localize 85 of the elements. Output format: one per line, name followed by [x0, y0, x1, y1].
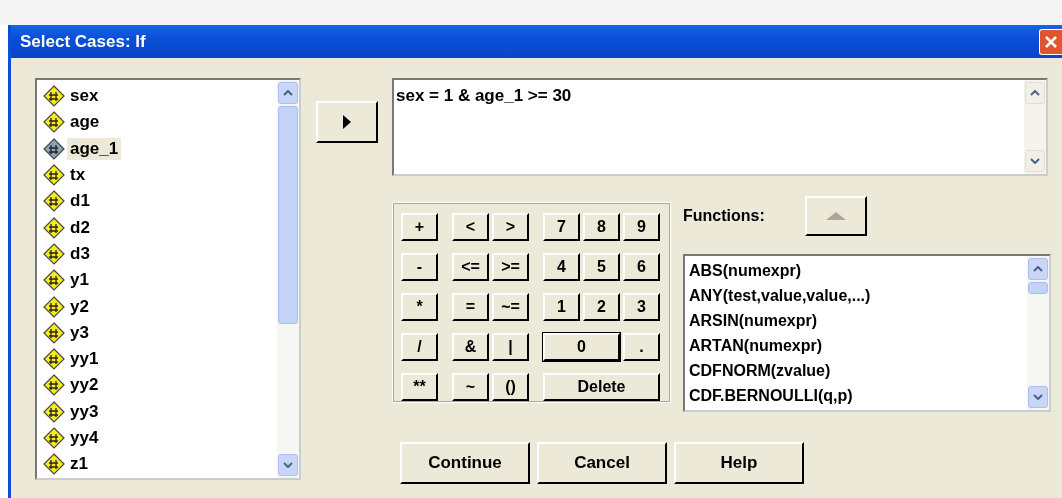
- scrollbar[interactable]: [1027, 256, 1049, 410]
- variable-item[interactable]: yy1: [43, 345, 277, 373]
- variable-icon: [43, 269, 65, 292]
- triangle-right-icon: [342, 114, 352, 130]
- variable-item[interactable]: age: [43, 109, 277, 136]
- function-item[interactable]: ABS(numexpr): [689, 258, 1027, 283]
- triangle-up-icon: [824, 211, 847, 221]
- keypad-key[interactable]: +: [401, 213, 438, 241]
- keypad-key[interactable]: **: [401, 373, 438, 401]
- keypad-key[interactable]: ~: [452, 373, 489, 401]
- keypad-key[interactable]: <=: [452, 253, 489, 281]
- keypad-key[interactable]: ~=: [492, 293, 529, 321]
- function-item[interactable]: CDF.BERNOULLI(q,p): [689, 383, 1027, 408]
- scroll-down-icon: [283, 462, 293, 468]
- scroll-up-icon: [1033, 266, 1043, 272]
- variable-item[interactable]: d1: [43, 188, 277, 215]
- keypad-key[interactable]: 8: [583, 213, 620, 241]
- scrollbar[interactable]: [277, 80, 299, 478]
- keypad-key[interactable]: 7: [543, 213, 580, 241]
- functions-label: Functions:: [683, 207, 765, 225]
- keypad-key[interactable]: 4: [543, 253, 580, 281]
- variable-item[interactable]: sex: [43, 83, 277, 110]
- variable-icon: [43, 216, 65, 239]
- variable-icon: [43, 111, 65, 134]
- variable-item[interactable]: y2: [43, 293, 277, 320]
- dialog-button[interactable]: Help: [674, 442, 804, 484]
- keypad-key[interactable]: <: [452, 213, 489, 241]
- keypad-key[interactable]: /: [401, 333, 438, 361]
- keypad-key[interactable]: 5: [583, 253, 620, 281]
- scroll-up-icon: [1030, 90, 1040, 96]
- keypad-key[interactable]: 3: [623, 293, 660, 321]
- close-icon: [1044, 34, 1058, 49]
- variable-item[interactable]: age_1: [43, 135, 277, 162]
- keypad-key[interactable]: >=: [492, 253, 529, 281]
- variable-item[interactable]: d3: [43, 240, 277, 268]
- scroll-down-icon: [1030, 158, 1040, 164]
- variable-item[interactable]: y3: [43, 319, 277, 346]
- variable-icon: [43, 374, 65, 397]
- dialog-button[interactable]: Continue: [400, 442, 530, 484]
- scroll-thumb[interactable]: [278, 106, 298, 324]
- variable-icon: [43, 242, 65, 265]
- keypad-key[interactable]: 9: [623, 213, 660, 241]
- variable-item[interactable]: tx: [43, 161, 277, 189]
- scroll-down-icon: [1033, 394, 1043, 400]
- keypad-key[interactable]: (): [492, 373, 529, 401]
- variable-icon: [43, 137, 65, 160]
- scroll-thumb[interactable]: [1028, 282, 1048, 294]
- variable-icon: [43, 348, 65, 371]
- keypad-key[interactable]: .: [623, 333, 660, 361]
- keypad-key[interactable]: =: [452, 293, 489, 321]
- keypad-key[interactable]: *: [401, 293, 438, 321]
- variable-item[interactable]: y1: [43, 267, 277, 294]
- variable-item[interactable]: yy2: [43, 372, 277, 399]
- expression-field[interactable]: sex = 1 & age_1 >= 30: [392, 78, 1048, 176]
- keypad-key[interactable]: Delete: [543, 373, 660, 401]
- insert-function-button[interactable]: [804, 196, 867, 236]
- variable-icon: [43, 190, 65, 213]
- keypad-key[interactable]: -: [401, 253, 438, 281]
- function-item[interactable]: ANY(test,value,value,...): [689, 283, 1027, 308]
- variable-icon: [43, 321, 65, 344]
- scroll-up-icon: [283, 90, 293, 96]
- function-item[interactable]: CDFNORM(zvalue): [689, 358, 1027, 383]
- close-button[interactable]: [1039, 28, 1062, 55]
- keypad-key[interactable]: |: [492, 333, 529, 361]
- variable-icon: [43, 164, 65, 187]
- keypad-key[interactable]: &: [452, 333, 489, 361]
- variable-item[interactable]: d2: [43, 214, 277, 241]
- variable-icon: [43, 400, 65, 423]
- keypad-key[interactable]: 6: [623, 253, 660, 281]
- variable-item[interactable]: yy3: [43, 398, 277, 425]
- variable-icon: [43, 85, 65, 108]
- variable-item[interactable]: yy4: [43, 424, 277, 452]
- function-item[interactable]: ARSIN(numexpr): [689, 308, 1027, 333]
- dialog-button[interactable]: Cancel: [537, 442, 667, 484]
- window-title: Select Cases: If: [19, 31, 146, 52]
- keypad-key[interactable]: 0: [543, 333, 620, 361]
- keypad-key[interactable]: >: [492, 213, 529, 241]
- move-button[interactable]: [316, 101, 378, 143]
- variable-item[interactable]: z1: [43, 451, 277, 478]
- variable-icon: [43, 295, 65, 318]
- function-item[interactable]: ARTAN(numexpr): [689, 333, 1027, 358]
- keypad-key[interactable]: 1: [543, 293, 580, 321]
- keypad-key[interactable]: 2: [583, 293, 620, 321]
- variable-icon: [43, 427, 65, 449]
- variable-icon: [43, 453, 65, 476]
